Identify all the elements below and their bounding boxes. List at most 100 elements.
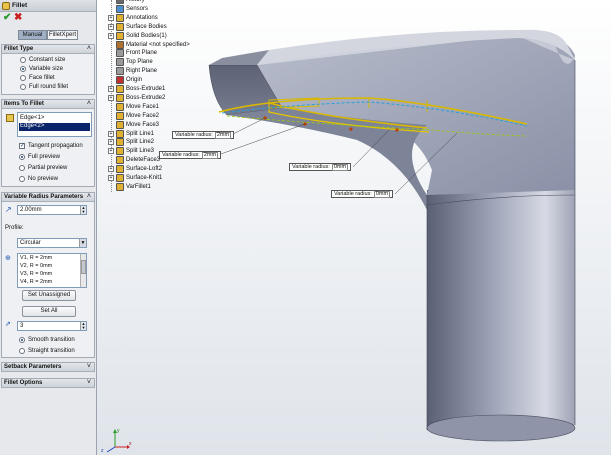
tree-item-label: Sensors [126, 5, 149, 12]
tree-item-label: VarFillet1 [126, 183, 151, 190]
tree-item-label: Surface-Knit1 [126, 175, 163, 181]
radio-label: Face fillet [29, 75, 55, 81]
tree-item-label: Annotations [126, 14, 158, 21]
collapse-chevron-icon[interactable]: ˄ [87, 193, 91, 200]
checkbox-label: Tangent propagation [28, 143, 83, 149]
vertex-list-item[interactable]: V1, R = 2mm [20, 255, 52, 261]
radio-label: Straight transition [28, 348, 75, 354]
vertex-list-item[interactable]: V4, R = 2mm [20, 279, 52, 285]
column-bottom-face [426, 414, 576, 442]
tree-expand-icon[interactable]: + [108, 130, 114, 137]
radio-button[interactable] [19, 348, 25, 354]
vertex-list-scrollbar[interactable] [80, 254, 86, 287]
radio-button[interactable] [19, 154, 25, 160]
vertex-radius-list[interactable]: V1, R = 2mm V2, R = 0mm V3, R = 0mm V4, … [17, 253, 87, 288]
tree-item-label: Move Face1 [126, 103, 160, 110]
radio-label: Variable size [29, 66, 63, 72]
tab-manual[interactable]: Manual [18, 30, 47, 40]
variable-radius-callout-4[interactable]: Variable radius: 0mm [331, 190, 394, 198]
tree-expand-icon[interactable]: + [108, 32, 114, 39]
expand-chevron-icon[interactable]: ˅ [87, 363, 91, 370]
radius-icon: ↗ [5, 205, 12, 214]
profile-dropdown[interactable]: Circular ▼ [17, 238, 87, 248]
radio-button[interactable] [19, 176, 25, 182]
tree-expand-icon[interactable]: + [108, 94, 114, 101]
tree-item-label: Split Line3 [126, 148, 155, 155]
tree-item-label: Right Plane [126, 68, 158, 75]
radius-input[interactable]: 2.00mm ▲ ▼ [17, 205, 87, 215]
instances-spinner[interactable]: ▲ ▼ [80, 322, 86, 330]
feature-icon [116, 120, 124, 129]
tree-item-label: Boss-Extrude1 [126, 86, 166, 92]
tree-expand-icon[interactable]: + [108, 139, 114, 146]
radio-label: No preview [28, 176, 59, 182]
tree-expand-icon[interactable]: + [108, 166, 114, 173]
edge-list-item[interactable]: Edge<1> [20, 115, 44, 121]
edge-selection-list[interactable]: Edge<1> Edge<2> [17, 112, 92, 137]
tree-item-label: Split Line1 [126, 130, 155, 137]
set-unassigned-button[interactable]: Set Unassigned [22, 290, 76, 301]
setback-parameters-header[interactable]: Setback Parameters ˅ [2, 363, 94, 372]
checkbox[interactable]: ✓ [19, 143, 25, 149]
radius-value: 2.00mm [20, 207, 42, 213]
fillet-options-header[interactable]: Fillet Options ˅ [2, 379, 94, 388]
property-manager-panel: Fillet ✔ ✖ Manual FilletXpert Fillet Typ… [0, 0, 97, 455]
collapse-chevron-icon[interactable]: ˄ [87, 45, 91, 52]
radio-label: Full round fillet [29, 84, 69, 90]
feature-icon [116, 129, 124, 138]
radio-button[interactable] [20, 75, 26, 81]
radio-button[interactable] [20, 57, 26, 63]
feature-icon [116, 13, 124, 22]
callout-label: Variable radius: [334, 191, 372, 197]
callout-value[interactable]: 0mm [373, 191, 391, 198]
ok-check-icon[interactable]: ✔ [3, 13, 11, 23]
feature-icon [116, 93, 124, 102]
radio-button[interactable] [19, 337, 25, 343]
radio-button[interactable] [19, 165, 25, 171]
expand-chevron-icon[interactable]: ˅ [87, 379, 91, 386]
column-body [427, 170, 575, 437]
collapse-chevron-icon[interactable]: ˄ [87, 100, 91, 107]
tree-item-label: Top Plane [126, 59, 153, 66]
fillet-options-group[interactable]: Fillet Options ˅ [1, 378, 95, 388]
vertex-marker-4[interactable] [395, 128, 399, 132]
fillet-type-header[interactable]: Fillet Type ˄ [2, 45, 94, 54]
tree-expand-icon[interactable]: + [108, 14, 114, 21]
group-title: Variable Radius Parameters [4, 194, 84, 200]
feature-icon [116, 49, 124, 58]
fillet-icon [2, 2, 10, 10]
vertex-marker-3[interactable] [349, 127, 353, 131]
tree-expand-icon[interactable]: + [108, 23, 114, 30]
instances-input[interactable]: 3 ▲ ▼ [17, 321, 87, 331]
radio-label: Smooth transition [28, 337, 75, 343]
radio-button[interactable] [20, 66, 26, 72]
profile-value: Circular [20, 240, 41, 246]
group-title: Fillet Options [4, 380, 43, 386]
scrollbar-thumb[interactable] [81, 260, 86, 274]
setback-parameters-group[interactable]: Setback Parameters ˅ [1, 362, 95, 372]
fillet-type-group: Fillet Type ˄ Constant size Variable siz… [1, 44, 95, 95]
feature-icon [116, 31, 124, 40]
tree-item-label: Move Face2 [126, 112, 160, 119]
tree-expand-icon[interactable]: + [108, 175, 114, 181]
edge-list-item-selected[interactable]: Edge<2> [19, 123, 90, 131]
feature-icon [116, 4, 124, 13]
tree-expand-icon[interactable]: + [108, 86, 114, 92]
tab-filletxpert[interactable]: FilletXpert [47, 30, 78, 40]
cancel-x-icon[interactable]: ✖ [14, 13, 22, 23]
set-all-button[interactable]: Set All [22, 306, 76, 317]
radio-button[interactable] [20, 84, 26, 90]
items-to-fillet-header[interactable]: Items To Fillet ˄ [2, 100, 94, 109]
vertex-list-item[interactable]: V3, R = 0mm [20, 271, 52, 277]
dropdown-arrow-icon[interactable]: ▼ [79, 239, 86, 247]
variable-radius-callout-3[interactable]: Variable radius: 0mm [289, 163, 352, 171]
tree-item-label: Split Line2 [126, 139, 155, 146]
callout-value[interactable]: 0mm [331, 164, 349, 171]
variable-radius-group: Variable Radius Parameters ˄ ↗ 2.00mm ▲ ▼… [1, 192, 95, 358]
variable-radius-header[interactable]: Variable Radius Parameters ˄ [2, 193, 94, 202]
pm-title-bar: Fillet [0, 0, 96, 12]
vertex-list-item[interactable]: V2, R = 0mm [20, 263, 52, 269]
tree-expand-icon[interactable]: + [108, 148, 114, 155]
radius-spinner[interactable]: ▲ ▼ [80, 206, 86, 214]
profile-label: Profile: [5, 225, 24, 231]
